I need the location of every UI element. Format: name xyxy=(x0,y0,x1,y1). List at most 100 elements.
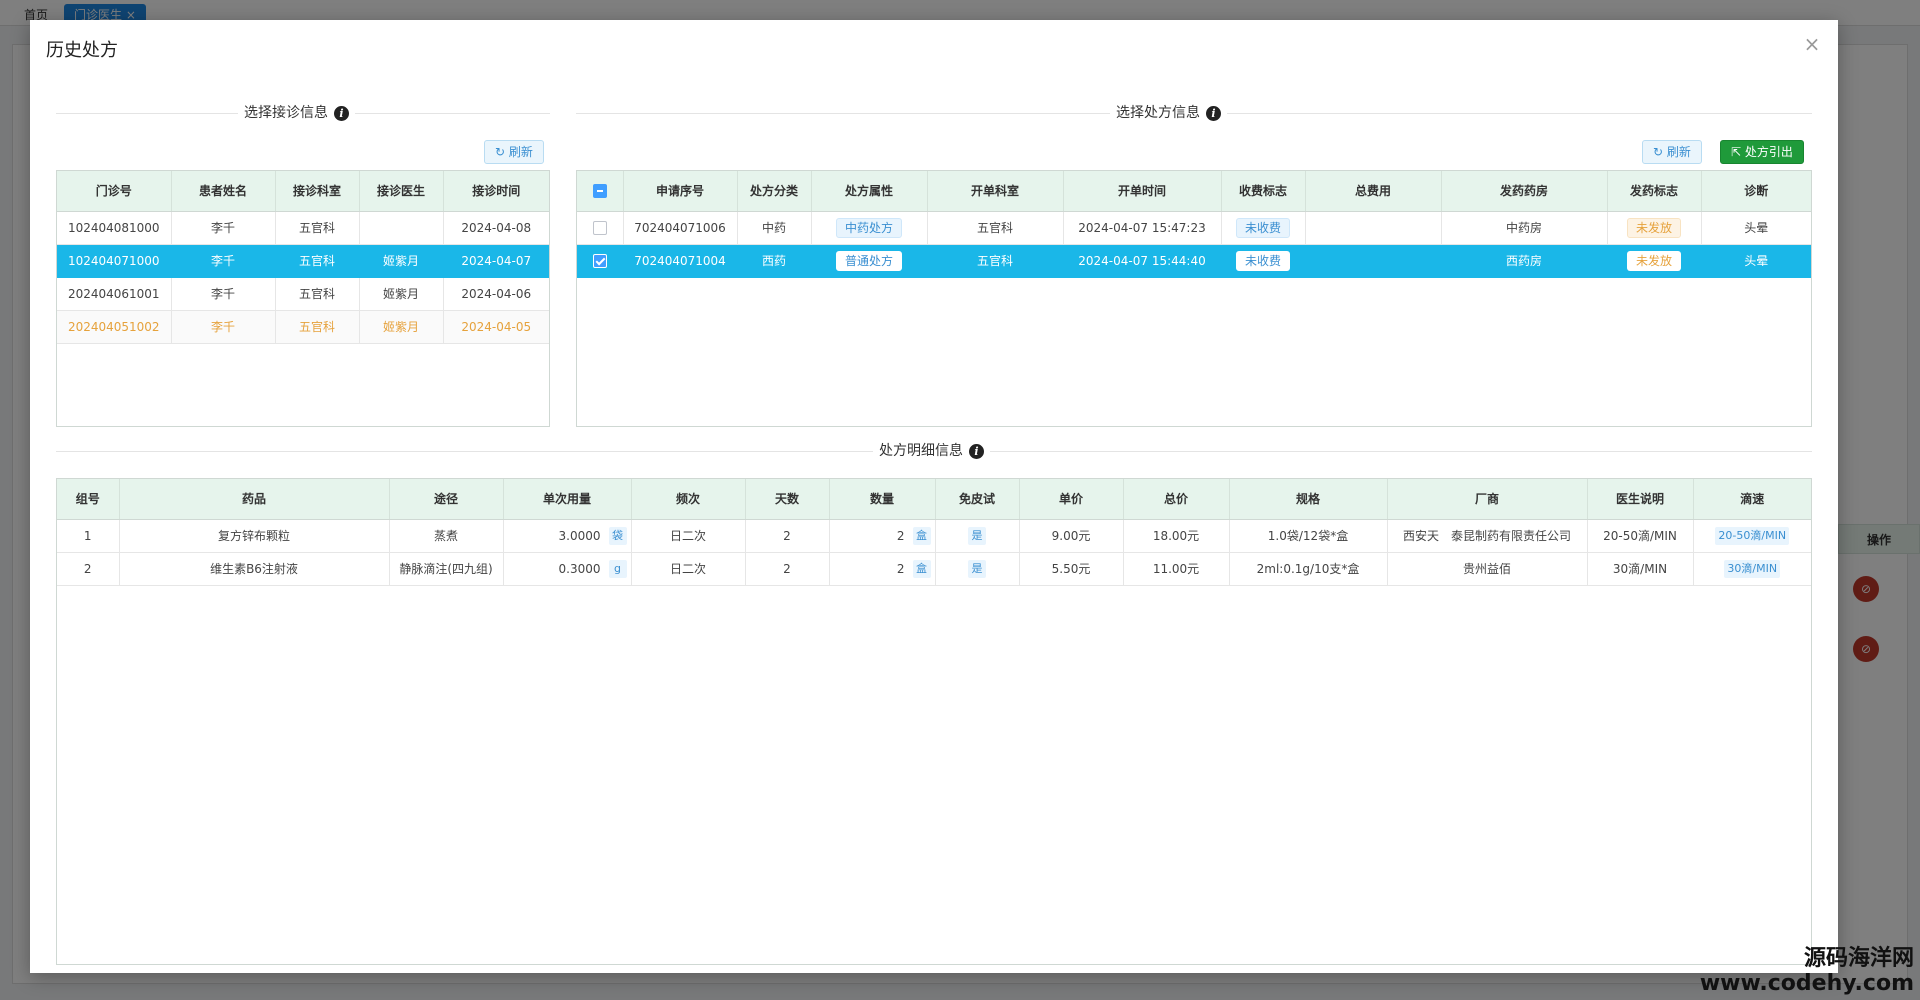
column-header[interactable]: 数量 xyxy=(829,479,936,520)
route: 静脉滴注(四九组) xyxy=(389,552,504,586)
table-row[interactable]: 102404081000 李千 五官科 2024-04-08 xyxy=(57,211,549,245)
column-header[interactable]: 发药药房 xyxy=(1441,171,1608,212)
history-prescription-dialog: 历史处方 × 选择接诊信息 i ↻ 刷新 门诊号 患者姓名 接诊科室 接诊医生 … xyxy=(30,20,1838,973)
drip-cell: 30滴/MIN xyxy=(1693,552,1811,586)
table-row-selected[interactable]: 102404071000 李千 五官科 姬紫月 2024-04-07 xyxy=(57,244,549,278)
cite-prescription-button[interactable]: ⇱ 处方引出 xyxy=(1720,140,1804,164)
table-row[interactable]: 202404051002 李千 五官科 姬紫月 2024-04-05 xyxy=(57,310,549,344)
patient-name: 李千 xyxy=(171,211,276,245)
patient-name: 李千 xyxy=(171,310,276,344)
checkbox-icon[interactable] xyxy=(592,184,607,198)
refresh-icon: ↻ xyxy=(495,145,509,159)
column-header[interactable]: 收费标志 xyxy=(1221,171,1306,212)
column-header[interactable]: 免皮试 xyxy=(935,479,1020,520)
column-header[interactable]: 发药标志 xyxy=(1607,171,1702,212)
dialog-title: 历史处方 xyxy=(46,40,118,61)
doctor-note: 30滴/MIN xyxy=(1587,552,1694,586)
column-header[interactable]: 处方属性 xyxy=(811,171,928,212)
detail-section-title: 处方明细信息 i xyxy=(56,440,1812,462)
prescription-table: 申请序号 处方分类 处方属性 开单科室 开单时间 收费标志 总费用 发药药房 发… xyxy=(576,170,1812,427)
visit-dept: 五官科 xyxy=(275,310,360,344)
quantity: 2 xyxy=(896,528,905,543)
visit-time: 2024-04-06 xyxy=(443,277,549,311)
column-header[interactable]: 总费用 xyxy=(1305,171,1442,212)
prescription-category: 西药 xyxy=(737,244,812,278)
watermark-url: www.codehy.com xyxy=(1699,971,1914,996)
prescription-attr-tag: 中药处方 xyxy=(835,217,902,238)
column-header[interactable]: 接诊科室 xyxy=(275,171,360,212)
skin-test-cell: 是 xyxy=(935,519,1020,553)
close-icon[interactable]: × xyxy=(1800,32,1824,56)
table-row[interactable]: 2 维生素B6注射液 静脉滴注(四九组) 0.3000 g 日二次 2 2盒 是 … xyxy=(57,552,1811,586)
column-header[interactable]: 药品 xyxy=(119,479,390,520)
dose-cell: 0.3000 g xyxy=(503,552,632,586)
table-row-selected[interactable]: 702404071004 西药 普通处方 五官科 2024-04-07 15:4… xyxy=(577,244,1811,278)
charge-status-badge: 未收费 xyxy=(1235,250,1290,271)
skin-test-free: 是 xyxy=(968,559,986,578)
column-header[interactable]: 诊断 xyxy=(1701,171,1811,212)
group-no: 2 xyxy=(57,552,120,586)
info-icon[interactable]: i xyxy=(334,105,349,121)
column-header[interactable]: 滴速 xyxy=(1693,479,1811,520)
charge-cell: 未收费 xyxy=(1221,211,1306,245)
column-header[interactable]: 处方分类 xyxy=(737,171,812,212)
column-header[interactable]: 组号 xyxy=(57,479,120,520)
column-header[interactable]: 申请序号 xyxy=(623,171,738,212)
skin-test-free: 是 xyxy=(968,526,986,545)
frequency: 日二次 xyxy=(631,519,746,553)
column-header[interactable]: 开单时间 xyxy=(1063,171,1222,212)
cite-label: 处方引出 xyxy=(1744,145,1793,159)
drug-name: 复方锌布颗粒 xyxy=(119,519,390,553)
dose-unit: 袋 xyxy=(608,526,627,545)
column-header[interactable]: 医生说明 xyxy=(1587,479,1694,520)
column-header[interactable]: 患者姓名 xyxy=(171,171,276,212)
refresh-label: 刷新 xyxy=(1666,145,1691,159)
drip-cell: 20-50滴/MIN xyxy=(1693,519,1811,553)
quantity: 2 xyxy=(896,561,905,576)
visit-doctor: 姬紫月 xyxy=(359,310,444,344)
column-header[interactable]: 开单科室 xyxy=(927,171,1064,212)
prescription-attr-tag: 普通处方 xyxy=(835,250,902,271)
checkbox-checked-icon[interactable] xyxy=(592,253,607,268)
visit-section-label: 选择接诊信息 xyxy=(244,105,328,121)
visit-refresh-button[interactable]: ↻ 刷新 xyxy=(484,140,544,164)
prescription-refresh-button[interactable]: ↻ 刷新 xyxy=(1642,140,1702,164)
column-header[interactable]: 单次用量 xyxy=(503,479,632,520)
prescription-section-title: 选择处方信息 i xyxy=(576,102,1812,124)
pharmacy: 中药房 xyxy=(1441,211,1608,245)
visit-table: 门诊号 患者姓名 接诊科室 接诊医生 接诊时间 102404081000 李千 … xyxy=(56,170,550,427)
column-header[interactable]: 总价 xyxy=(1123,479,1230,520)
table-row[interactable]: 702404071006 中药 中药处方 五官科 2024-04-07 15:4… xyxy=(577,211,1811,245)
route: 蒸煮 xyxy=(389,519,504,553)
column-header[interactable]: 单价 xyxy=(1019,479,1124,520)
column-header[interactable]: 频次 xyxy=(631,479,746,520)
order-dept: 五官科 xyxy=(927,211,1064,245)
visit-doctor xyxy=(359,211,444,245)
group-no: 1 xyxy=(57,519,120,553)
prescription-category: 中药 xyxy=(737,211,812,245)
column-header[interactable]: 天数 xyxy=(745,479,830,520)
select-all-checkbox[interactable] xyxy=(577,171,624,212)
column-header[interactable]: 途径 xyxy=(389,479,504,520)
total-price: 11.00元 xyxy=(1123,552,1230,586)
column-header[interactable]: 接诊医生 xyxy=(359,171,444,212)
frequency: 日二次 xyxy=(631,552,746,586)
row-checkbox[interactable] xyxy=(577,211,624,245)
info-icon[interactable]: i xyxy=(1206,105,1221,121)
column-header[interactable]: 门诊号 xyxy=(57,171,172,212)
column-header[interactable]: 接诊时间 xyxy=(443,171,549,212)
prescription-attr-cell: 中药处方 xyxy=(811,211,928,245)
days: 2 xyxy=(745,519,830,553)
checkbox-icon[interactable] xyxy=(592,220,607,235)
manufacturer: 西安天 泰昆制药有限责任公司 xyxy=(1387,519,1588,553)
table-row[interactable]: 202404061001 李千 五官科 姬紫月 2024-04-06 xyxy=(57,277,549,311)
row-checkbox[interactable] xyxy=(577,244,624,278)
visit-time: 2024-04-07 xyxy=(443,244,549,278)
refresh-label: 刷新 xyxy=(508,145,533,159)
info-icon[interactable]: i xyxy=(969,443,984,459)
table-row[interactable]: 1 复方锌布颗粒 蒸煮 3.0000 袋 日二次 2 2盒 是 9.00元 18.… xyxy=(57,519,1811,553)
column-header[interactable]: 规格 xyxy=(1229,479,1388,520)
manufacturer: 贵州益佰 xyxy=(1387,552,1588,586)
column-header[interactable]: 厂商 xyxy=(1387,479,1588,520)
detail-table: 组号 药品 途径 单次用量 频次 天数 数量 免皮试 单价 总价 规格 厂商 医… xyxy=(56,478,1812,965)
